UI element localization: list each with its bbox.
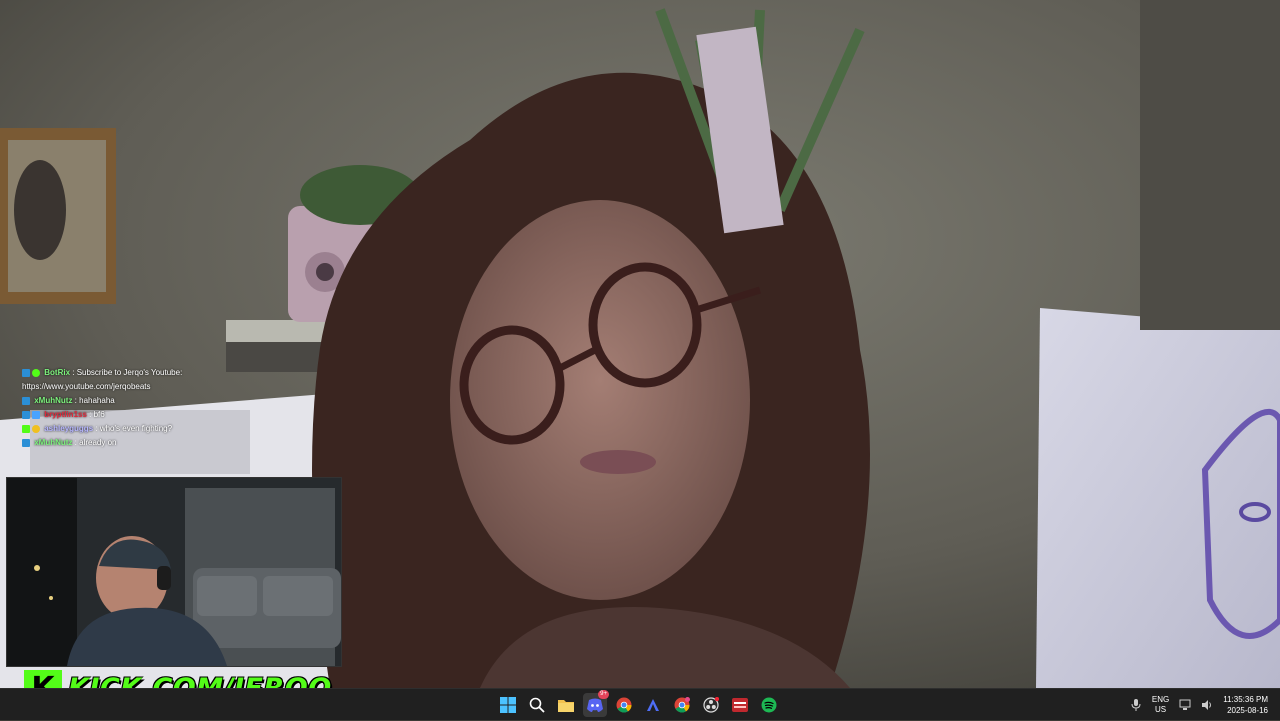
chat-text: hahahaha <box>79 396 115 405</box>
clock-date: 2025-08-16 <box>1227 706 1268 715</box>
search-icon[interactable] <box>525 693 549 717</box>
network-icon[interactable] <box>1179 699 1191 711</box>
chrome-alt-icon[interactable] <box>670 693 694 717</box>
coin-badge-icon <box>32 424 40 433</box>
windows-taskbar: 9+ ENG US 11:35:36 PM 2025-08-16 <box>0 688 1280 720</box>
chat-text: who's even fighting? <box>99 424 173 433</box>
chat-message: BotRix : Subscribe to Jerqo's Youtube: <box>22 366 342 380</box>
obs-icon[interactable] <box>699 693 723 717</box>
file-explorer-icon[interactable] <box>554 693 578 717</box>
moderator-badge-icon <box>22 438 30 447</box>
chat-message: ashleyguggs : who's even fighting? <box>22 422 342 436</box>
spotify-icon[interactable] <box>757 693 781 717</box>
taskbar-apps: 9+ <box>496 690 781 717</box>
chat-text: already on <box>79 438 117 447</box>
system-clock[interactable]: 11:35:36 PM 2025-08-16 <box>1223 694 1268 716</box>
chat-link: https://www.youtube.com/jerqobeats <box>22 382 151 391</box>
streamer-webcam <box>6 477 342 667</box>
chat-username: xMuhNutz <box>34 438 73 447</box>
bot-badge-icon <box>32 368 40 377</box>
chat-message: xMuhNutz : already on <box>22 436 342 450</box>
windows-start-icon[interactable] <box>496 693 520 717</box>
moderator-badge-icon <box>22 368 30 377</box>
chat-message: xMuhNutz : hahahaha <box>22 394 342 408</box>
discord-icon[interactable]: 9+ <box>583 690 609 717</box>
language-indicator[interactable]: ENG US <box>1152 695 1169 715</box>
chat-username: xMuhNutz <box>34 396 73 405</box>
moderator-badge-icon <box>22 396 30 405</box>
chat-username: ashleyguggs <box>44 424 94 433</box>
streamer-cam-scene <box>7 478 341 666</box>
clock-time: 11:35:36 PM <box>1223 695 1268 704</box>
person-face <box>450 200 750 600</box>
chat-username: BotRix <box>44 368 71 377</box>
chat-text: bf6 <box>93 410 105 419</box>
sketchbook-right <box>1036 308 1280 688</box>
gift-badge-icon <box>22 424 30 433</box>
chat-text: Subscribe to Jerqo's Youtube: <box>76 368 183 377</box>
subscriber-badge-icon <box>32 410 40 419</box>
chat-username: bryptlin1ss <box>44 410 87 419</box>
system-tray: ENG US 11:35:36 PM 2025-08-16 <box>1130 689 1268 721</box>
chat-message-continuation: https://www.youtube.com/jerqobeats <box>22 380 342 394</box>
volume-icon[interactable] <box>1201 699 1213 711</box>
chat-message: bryptlin1ss : bf6 <box>22 408 342 422</box>
discord-notification-badge: 9+ <box>598 690 609 699</box>
moderator-badge-icon <box>22 410 30 419</box>
video-app-icon[interactable] <box>728 693 752 717</box>
microphone-icon[interactable] <box>1130 699 1142 711</box>
chat-overlay: BotRix : Subscribe to Jerqo's Youtube: h… <box>22 366 342 450</box>
chrome-icon[interactable] <box>612 693 636 717</box>
arc-browser-icon[interactable] <box>641 693 665 717</box>
